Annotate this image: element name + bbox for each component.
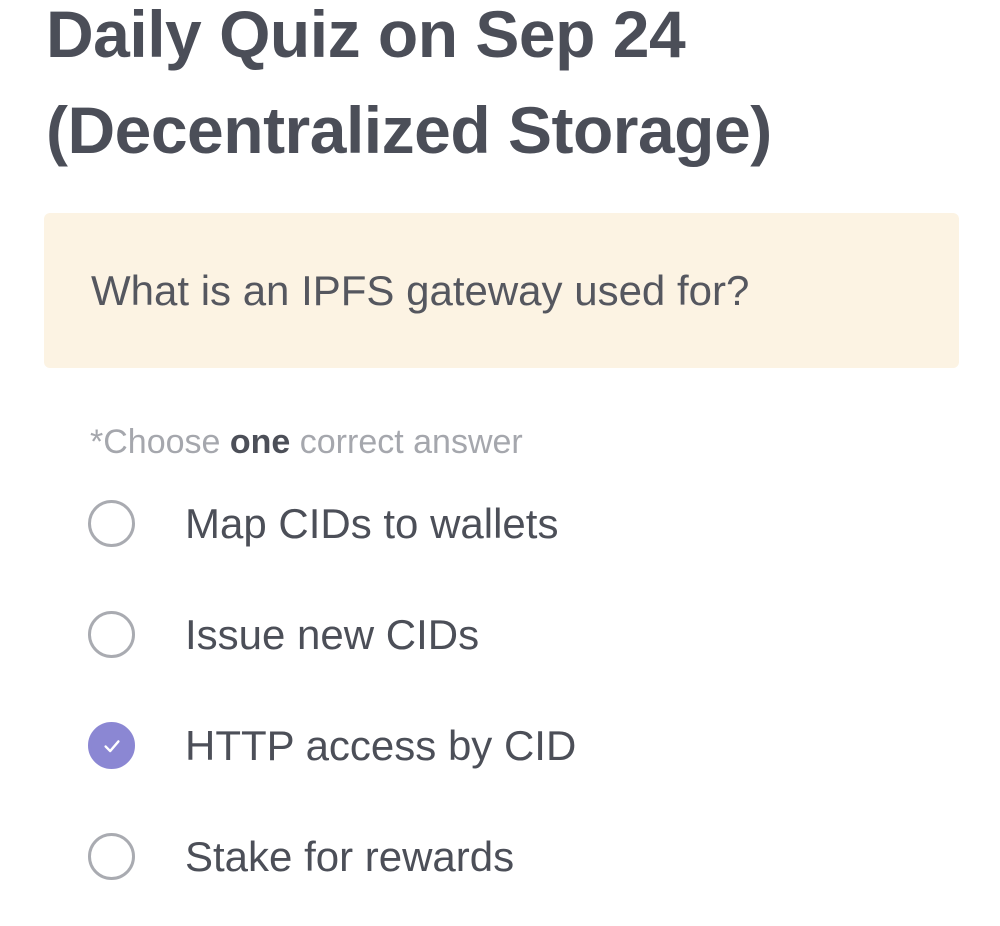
answer-instruction: *Choose one correct answer — [90, 420, 523, 464]
radio-button-2[interactable] — [88, 611, 135, 658]
answer-option-3[interactable]: HTTP access by CID — [88, 690, 948, 801]
instruction-suffix: correct answer — [290, 423, 523, 461]
answer-option-1[interactable]: Map CIDs to wallets — [88, 468, 948, 579]
radio-button-4[interactable] — [88, 833, 135, 880]
question-card: What is an IPFS gateway used for? — [44, 213, 959, 368]
quiz-title: Daily Quiz on Sep 24 (Decentralized Stor… — [46, 0, 966, 178]
answer-option-label-3[interactable]: HTTP access by CID — [185, 720, 576, 772]
checkmark-icon — [103, 739, 120, 752]
radio-button-3[interactable] — [88, 722, 135, 769]
answer-option-label-4[interactable]: Stake for rewards — [185, 831, 514, 883]
instruction-emphasis: one — [229, 423, 291, 461]
question-text: What is an IPFS gateway used for? — [91, 267, 750, 314]
answer-option-label-1[interactable]: Map CIDs to wallets — [185, 498, 558, 550]
instruction-prefix: *Choose — [90, 423, 230, 461]
answer-option-4[interactable]: Stake for rewards — [88, 801, 948, 912]
answer-options: Map CIDs to wallets Issue new CIDs HTTP … — [88, 468, 948, 912]
answer-option-label-2[interactable]: Issue new CIDs — [185, 609, 479, 661]
answer-option-2[interactable]: Issue new CIDs — [88, 579, 948, 690]
quiz-title-line-1: Daily Quiz on Sep 24 — [46, 0, 686, 71]
quiz-title-line-2: (Decentralized Storage) — [46, 93, 772, 167]
radio-button-1[interactable] — [88, 500, 135, 547]
